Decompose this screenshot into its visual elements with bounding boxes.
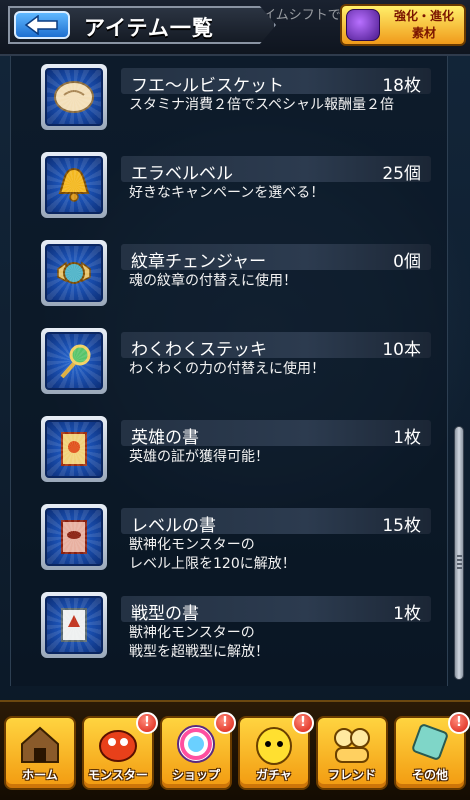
gacha-icon: [256, 727, 292, 765]
item-description: 英雄の証が獲得可能！: [129, 449, 269, 465]
item-count: 15枚: [382, 516, 421, 536]
item-list[interactable]: フエ～ルビスケット 18枚 スタミナ消費２倍でスペシャル報酬量２倍 エラベルベル…: [10, 56, 448, 686]
nav-label: ホーム: [22, 768, 58, 782]
item-count: 18枚: [382, 76, 421, 96]
list-item[interactable]: レベルの書 15枚 獣神化モンスターの レベル上限を120に解放！: [33, 504, 433, 578]
item-description: スタミナ消費２倍でスペシャル報酬量２倍: [129, 97, 395, 113]
nav-home-button[interactable]: ホーム: [4, 716, 76, 790]
nav-label: モンスター: [88, 768, 148, 782]
nav-label: その他: [411, 768, 448, 782]
list-item[interactable]: フエ～ルビスケット 18枚 スタミナ消費２倍でスペシャル報酬量２倍: [33, 64, 433, 138]
nav-label: フレンド: [327, 768, 376, 782]
hero-scroll-icon: [45, 420, 103, 478]
notification-badge: !: [136, 712, 158, 734]
nav-other-button[interactable]: その他 !: [394, 712, 470, 790]
wand-icon: [45, 332, 103, 390]
list-item[interactable]: 紋章チェンジャー 0個 魂の紋章の付替えに使用！: [33, 240, 433, 314]
list-item[interactable]: エラベルベル 25個 好きなキャンペーンを選べる！: [33, 152, 433, 226]
nav-gacha-button[interactable]: ガチャ !: [238, 712, 314, 790]
bell-icon: [45, 156, 103, 214]
item-name: 紋章チェンジャー: [131, 252, 267, 272]
home-icon: [21, 726, 59, 763]
page-title: アイテム一覧: [84, 16, 214, 40]
evolution-material-button[interactable]: 強化・進化 素材: [340, 4, 466, 46]
item-count: 1枚: [393, 604, 421, 624]
back-arrow-icon: [24, 15, 58, 35]
nav-monster-button[interactable]: モンスター !: [82, 712, 158, 790]
level-scroll-icon: [45, 508, 103, 566]
list-item[interactable]: 戦型の書 1枚 獣神化モンスターの 戦型を超戦型に解放！: [33, 592, 433, 666]
item-name: わくわくステッキ: [131, 340, 267, 360]
item-name: 戦型の書: [131, 604, 199, 624]
nav-label: ショップ: [171, 768, 220, 782]
biscuit-icon: [45, 68, 103, 126]
item-name: 英雄の書: [131, 428, 199, 448]
item-count: 25個: [382, 164, 421, 184]
header-bar: タイムシフトで好きなクエストを アイテム一覧 強化・進化 素材: [0, 0, 470, 56]
nav-label: ガチャ: [256, 768, 292, 782]
shop-orb-icon: [177, 725, 215, 763]
item-name: フエ～ルビスケット: [131, 76, 284, 96]
list-item[interactable]: 英雄の書 1枚 英雄の証が獲得可能！: [33, 416, 433, 490]
back-button[interactable]: [14, 11, 70, 39]
notification-badge: !: [448, 712, 470, 734]
notification-badge: !: [214, 712, 236, 734]
nav-shop-button[interactable]: ショップ !: [160, 712, 236, 790]
scrollbar[interactable]: [454, 426, 464, 680]
item-name: エラベルベル: [131, 164, 233, 184]
item-name: レベルの書: [131, 516, 216, 536]
evolution-material-label: 強化・進化 素材: [393, 9, 454, 40]
monster-icon: [99, 730, 137, 762]
notification-badge: !: [292, 712, 314, 734]
bottom-nav: ホーム モンスター ! ショップ ! ガチャ ! フレンド その他 !: [0, 700, 470, 800]
item-description: 獣神化モンスターの レベル上限を120に解放！: [129, 537, 296, 572]
battle-type-scroll-icon: [45, 596, 103, 654]
other-icon: [412, 724, 448, 760]
scrollbar-grip[interactable]: [457, 555, 462, 569]
item-description: わくわくの力の付替えに使用！: [129, 361, 325, 377]
emblem-changer-icon: [45, 244, 103, 302]
item-description: 好きなキャンペーンを選べる！: [129, 185, 325, 201]
evolution-material-icon: [346, 9, 380, 41]
item-count: 0個: [393, 252, 421, 272]
item-count: 10本: [382, 340, 421, 360]
nav-friend-button[interactable]: フレンド: [316, 716, 388, 790]
item-description: 魂の紋章の付替えに使用！: [129, 273, 297, 289]
item-count: 1枚: [393, 428, 421, 448]
friend-icon: [334, 728, 370, 763]
list-item[interactable]: わくわくステッキ 10本 わくわくの力の付替えに使用！: [33, 328, 433, 402]
item-description: 獣神化モンスターの 戦型を超戦型に解放！: [129, 625, 269, 660]
